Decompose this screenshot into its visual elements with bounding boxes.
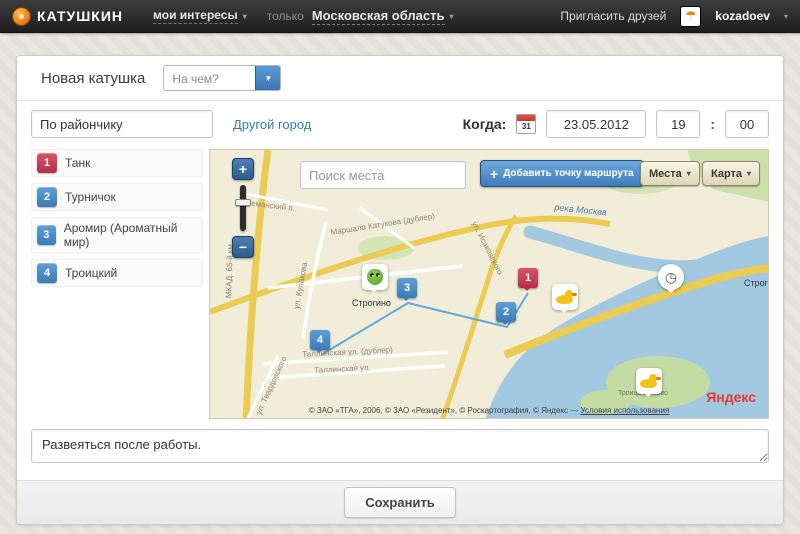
page-title: Новая катушка xyxy=(41,69,146,87)
route-badge: 3 xyxy=(37,225,56,245)
card-header: Новая катушка На чем? ▼ xyxy=(17,56,783,100)
gauge-icon: ◷ xyxy=(664,269,678,285)
calendar-day: 31 xyxy=(521,122,531,131)
menu-my-interests[interactable]: мои интересы ▾ xyxy=(153,8,247,24)
username[interactable]: kozadoev xyxy=(715,9,770,23)
map-pin-1[interactable]: 1 xyxy=(518,268,538,291)
chevron-down-icon: ▾ xyxy=(747,169,752,178)
topbar-right: Пригласить друзей ☂ kozadoev ▾ xyxy=(560,5,788,27)
poi-marker-duck[interactable] xyxy=(552,284,578,313)
zoom-in-button[interactable]: + xyxy=(232,158,254,180)
yandex-logo[interactable]: Яндекс xyxy=(706,389,756,405)
yandex-map[interactable]: МКАД. 65-й км ул. Кулакова Маршала Катук… xyxy=(209,149,769,419)
duck-icon xyxy=(556,290,577,304)
route-badge: 4 xyxy=(37,263,57,283)
new-katushka-card: Новая катушка На чем? ▼ Другой город Ког… xyxy=(16,55,784,525)
route-badge: 1 xyxy=(37,153,57,173)
chevron-down-icon: ▾ xyxy=(449,11,454,21)
select-arrow-icon: ▼ xyxy=(255,66,281,90)
route-badge: 2 xyxy=(37,187,57,207)
save-button[interactable]: Сохранить xyxy=(344,487,456,518)
district-input[interactable] xyxy=(31,110,213,138)
topbar: КАТУШКИН мои интересы ▾ только Московска… xyxy=(0,0,800,33)
filter-row: Другой город Когда: 31 : xyxy=(17,101,783,147)
route-item-3[interactable]: 3 Аромир (Ароматный мир) xyxy=(31,217,203,253)
only-label: только xyxy=(266,9,304,23)
poi-marker-gauge[interactable]: ◷ xyxy=(658,264,684,293)
brand-name: КАТУШКИН xyxy=(37,8,124,24)
poi-marker-duck[interactable] xyxy=(636,368,662,397)
zoom-slider[interactable] xyxy=(235,185,251,231)
date-input[interactable] xyxy=(546,110,647,138)
zoom-slider-handle[interactable] xyxy=(235,199,251,206)
poi-marker-mascot[interactable] xyxy=(362,264,388,293)
menu-region[interactable]: Московская область ▾ xyxy=(311,8,454,25)
chevron-down-icon: ▾ xyxy=(242,11,247,21)
reel-logo-icon xyxy=(12,6,31,26)
transport-select[interactable]: На чем? ▼ xyxy=(163,65,282,91)
card-footer: Сохранить xyxy=(17,480,783,524)
chevron-down-icon: ▾ xyxy=(686,169,691,178)
user-menu-chevron-icon[interactable]: ▾ xyxy=(784,12,788,21)
route-item-2[interactable]: 2 Турничок xyxy=(31,183,203,211)
places-dropdown-button[interactable]: Места ▾ xyxy=(640,161,700,186)
map-background xyxy=(210,150,768,418)
duck-icon xyxy=(640,374,661,388)
time-separator: : xyxy=(710,116,715,132)
green-mascot-icon xyxy=(367,269,383,285)
route-item-1[interactable]: 1 Танк xyxy=(31,149,203,177)
invite-friends-link[interactable]: Пригласить друзей xyxy=(560,9,666,23)
plus-icon: + xyxy=(490,165,499,182)
other-city-link[interactable]: Другой город xyxy=(233,117,311,132)
map-pin-4[interactable]: 4 xyxy=(310,330,330,353)
terms-of-use-link[interactable]: Условия использования xyxy=(580,406,669,415)
add-route-point-button[interactable]: + Добавить точку маршрута xyxy=(480,160,644,187)
zoom-control: + − xyxy=(232,158,254,258)
hour-input[interactable] xyxy=(656,110,701,138)
map-search-input[interactable] xyxy=(300,161,466,189)
map-pin-2[interactable]: 2 xyxy=(496,302,516,325)
route-point-list: 1 Танк 2 Турничок 3 Аромир (Ароматный ми… xyxy=(31,149,203,419)
map-layer-dropdown-button[interactable]: Карта ▾ xyxy=(702,161,761,186)
comment-textarea[interactable]: Развеяться после работы. xyxy=(31,429,769,463)
when-label: Когда: xyxy=(462,116,507,132)
main-row: 1 Танк 2 Турничок 3 Аромир (Ароматный ми… xyxy=(17,147,783,419)
zoom-out-button[interactable]: − xyxy=(232,236,254,258)
app-logo[interactable]: КАТУШКИН xyxy=(12,6,124,26)
map-pin-3[interactable]: 3 xyxy=(397,278,417,301)
minute-input[interactable] xyxy=(725,110,769,138)
map-copyright: © ЗАО «ТГА», 2006, © ЗАО «Резидент», © Р… xyxy=(308,406,670,415)
route-item-4[interactable]: 4 Троицкий xyxy=(31,259,203,287)
user-avatar[interactable]: ☂ xyxy=(680,5,702,27)
calendar-icon[interactable]: 31 xyxy=(516,114,537,134)
comment-section: Развеяться после работы. xyxy=(31,429,769,468)
